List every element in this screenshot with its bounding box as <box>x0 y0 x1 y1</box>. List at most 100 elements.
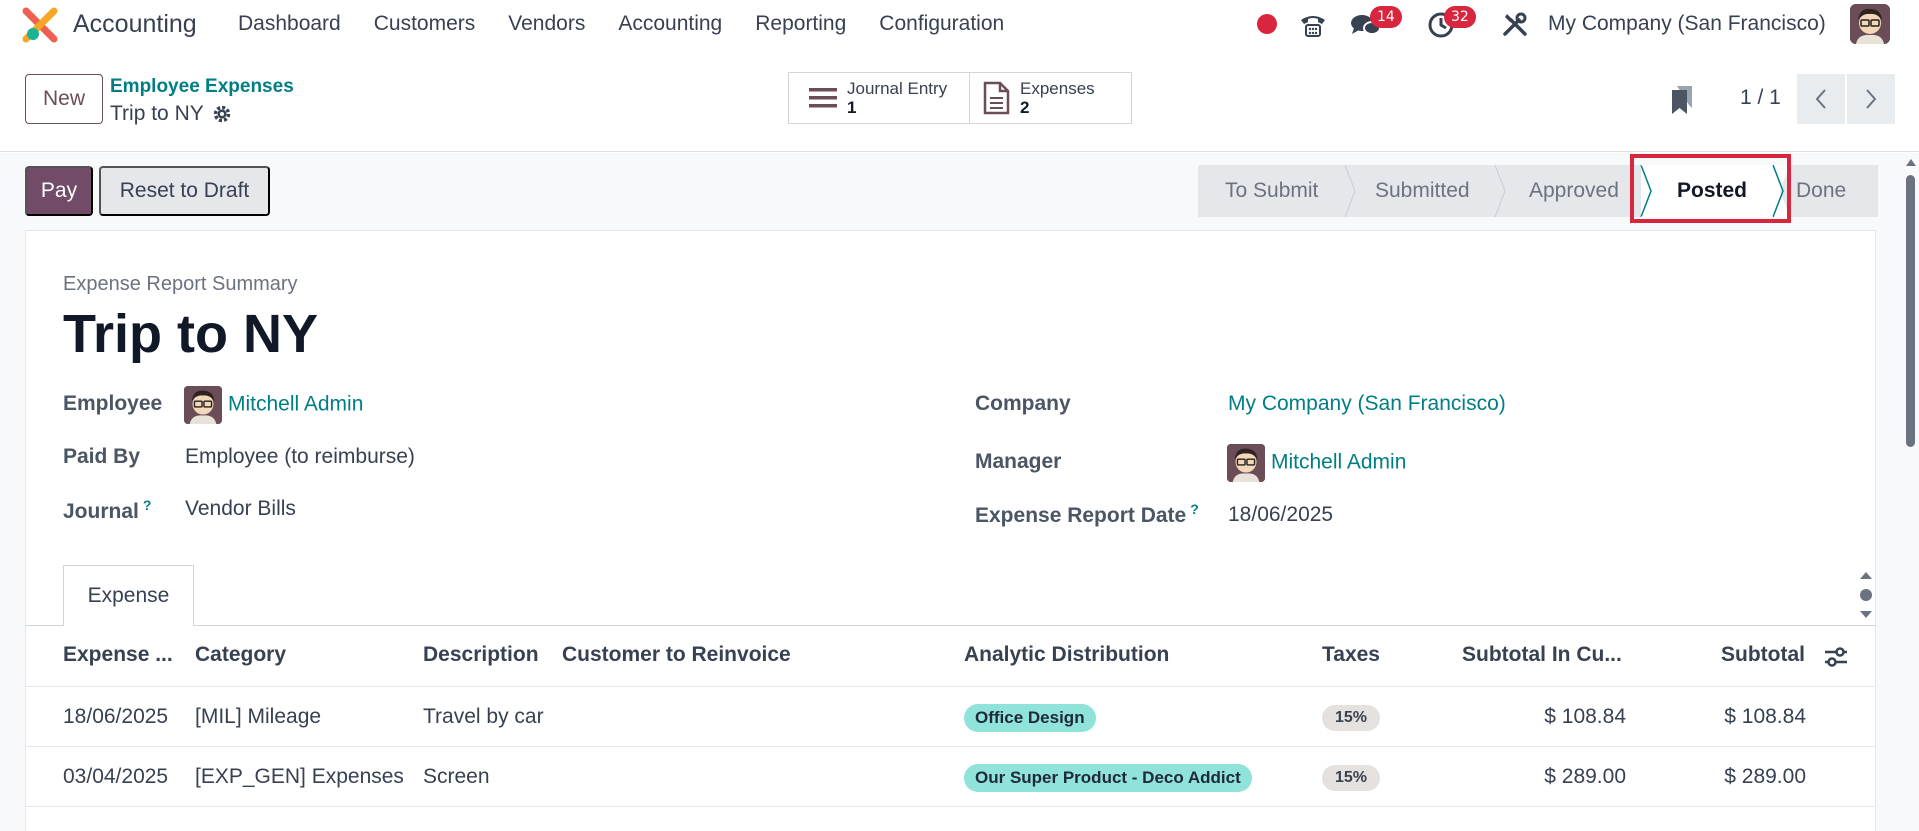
messages-badge: 14 <box>1370 6 1402 28</box>
phone-icon[interactable] <box>1298 10 1328 40</box>
tax-tag[interactable]: 15% <box>1322 765 1381 791</box>
reset-to-draft-button[interactable]: Reset to Draft <box>99 166 270 216</box>
bookmark-icon[interactable] <box>1670 84 1694 116</box>
row-divider <box>25 806 1876 807</box>
top-navbar: Accounting Dashboard Customers Vendors A… <box>0 0 1919 50</box>
breadcrumb-parent[interactable]: Employee Expenses <box>110 76 294 98</box>
menu-configuration[interactable]: Configuration <box>879 12 1004 36</box>
expenses-label: Expenses <box>1020 79 1095 98</box>
document-icon <box>983 81 1010 115</box>
table-scroll-indicator-icon[interactable] <box>1858 569 1874 621</box>
column-analytic-distribution[interactable]: Analytic Distribution <box>964 643 1169 667</box>
row-divider <box>25 746 1876 747</box>
date-help-icon[interactable]: ? <box>1190 501 1199 517</box>
company-label: Company <box>975 392 1071 415</box>
journal-entry-label: Journal Entry <box>847 79 948 98</box>
column-description[interactable]: Description <box>423 643 539 667</box>
journal-label-text: Journal <box>63 500 139 523</box>
gear-icon[interactable] <box>212 104 232 124</box>
column-customer-to-reinvoice[interactable]: Customer to Reinvoice <box>562 643 791 667</box>
analytic-tag[interactable]: Office Design <box>964 704 1096 732</box>
expenses-smart-button[interactable]: Expenses 2 <box>969 72 1132 124</box>
employee-value[interactable]: Mitchell Admin <box>228 393 363 416</box>
employee-field[interactable]: Mitchell Admin <box>184 386 363 424</box>
expense-report-date-label-text: Expense Report Date <box>975 504 1187 527</box>
new-button[interactable]: New <box>25 74 103 124</box>
scroll-up-arrow-icon[interactable] <box>1905 156 1917 168</box>
breadcrumb-current-label: Trip to NY <box>110 102 204 125</box>
control-panel: New Employee Expenses Trip to NY Journal… <box>0 50 1919 152</box>
menu-customers[interactable]: Customers <box>374 12 476 36</box>
expense-report-date-label: Expense Report Date? <box>975 501 1199 528</box>
journal-entry-count: 1 <box>847 98 857 117</box>
row-description[interactable]: Screen <box>423 765 490 789</box>
row-date[interactable]: 03/04/2025 <box>63 765 168 789</box>
form-subtitle: Expense Report Summary <box>63 273 298 295</box>
activities-badge: 32 <box>1444 6 1476 28</box>
status-submitted[interactable]: Submitted <box>1375 179 1470 203</box>
row-category[interactable]: [EXP_GEN] Expenses <box>195 765 404 789</box>
manager-value[interactable]: Mitchell Admin <box>1271 451 1406 474</box>
pager-next-button[interactable] <box>1847 74 1895 124</box>
column-subtotal-in-currency[interactable]: Subtotal In Cu... <box>1462 643 1622 667</box>
odoo-accounting-logo-icon[interactable] <box>22 7 58 43</box>
row-subtotal[interactable]: $ 289.00 <box>1670 765 1806 789</box>
status-to-submit[interactable]: To Submit <box>1225 179 1318 203</box>
tab-expense[interactable]: Expense <box>63 565 194 626</box>
status-approved[interactable]: Approved <box>1529 179 1619 203</box>
company-value[interactable]: My Company (San Francisco) <box>1228 392 1506 416</box>
tab-underline <box>25 625 1876 626</box>
expense-report-date-value[interactable]: 18/06/2025 <box>1228 503 1333 527</box>
journal-help-icon[interactable]: ? <box>143 497 152 513</box>
row-description[interactable]: Travel by car <box>423 705 544 729</box>
pay-button[interactable]: Pay <box>25 166 93 216</box>
row-date[interactable]: 18/06/2025 <box>63 705 168 729</box>
expenses-count: 2 <box>1020 98 1030 117</box>
user-avatar[interactable] <box>1850 4 1890 44</box>
column-subtotal[interactable]: Subtotal <box>1721 643 1805 667</box>
status-done[interactable]: Done <box>1796 179 1846 203</box>
page-scrollbar-thumb[interactable] <box>1906 175 1915 447</box>
pager-value[interactable]: 1 / 1 <box>1740 86 1781 110</box>
highlight-box-posted <box>1630 154 1791 223</box>
column-taxes[interactable]: Taxes <box>1322 643 1380 667</box>
header-divider <box>25 686 1876 687</box>
list-icon <box>809 88 837 108</box>
paid-by-value[interactable]: Employee (to reimburse) <box>185 445 415 469</box>
column-expense-date[interactable]: Expense ... <box>63 643 173 667</box>
manager-avatar <box>1227 444 1265 482</box>
column-category[interactable]: Category <box>195 643 286 667</box>
analytic-tag[interactable]: Our Super Product - Deco Addict <box>964 764 1252 792</box>
chevron-right-icon <box>1866 89 1877 109</box>
tools-icon[interactable] <box>1501 10 1529 38</box>
company-switcher[interactable]: My Company (San Francisco) <box>1548 12 1826 36</box>
tax-tag[interactable]: 15% <box>1322 705 1381 731</box>
journal-value[interactable]: Vendor Bills <box>185 497 296 521</box>
menu-reporting[interactable]: Reporting <box>755 12 846 36</box>
row-subtotal-in-currency[interactable]: $ 108.84 <box>1480 705 1626 729</box>
row-subtotal-in-currency[interactable]: $ 289.00 <box>1480 765 1626 789</box>
user-avatar-icon <box>1850 4 1890 44</box>
employee-avatar <box>184 386 222 424</box>
row-category[interactable]: [MIL] Mileage <box>195 705 321 729</box>
pager-previous-button[interactable] <box>1797 74 1845 124</box>
manager-avatar-icon <box>1227 444 1265 482</box>
app-name[interactable]: Accounting <box>73 10 197 39</box>
journal-entry-smart-button[interactable]: Journal Entry 1 <box>788 72 970 124</box>
employee-label: Employee <box>63 392 163 415</box>
column-settings-icon[interactable] <box>1823 645 1849 669</box>
menu-vendors[interactable]: Vendors <box>508 12 585 36</box>
chevron-left-icon <box>1815 89 1826 109</box>
row-subtotal[interactable]: $ 108.84 <box>1670 705 1806 729</box>
journal-label: Journal? <box>63 497 151 524</box>
page-title[interactable]: Trip to NY <box>63 303 318 365</box>
menu-dashboard[interactable]: Dashboard <box>238 12 341 36</box>
menu-accounting[interactable]: Accounting <box>618 12 722 36</box>
manager-field[interactable]: Mitchell Admin <box>1227 444 1406 482</box>
employee-avatar-icon <box>184 386 222 424</box>
recording-indicator-icon[interactable] <box>1257 14 1277 34</box>
breadcrumb-current: Trip to NY <box>110 102 232 126</box>
manager-label: Manager <box>975 450 1062 473</box>
paid-by-label: Paid By <box>63 445 141 468</box>
main-menu: Dashboard Customers Vendors Accounting R… <box>238 12 1037 36</box>
